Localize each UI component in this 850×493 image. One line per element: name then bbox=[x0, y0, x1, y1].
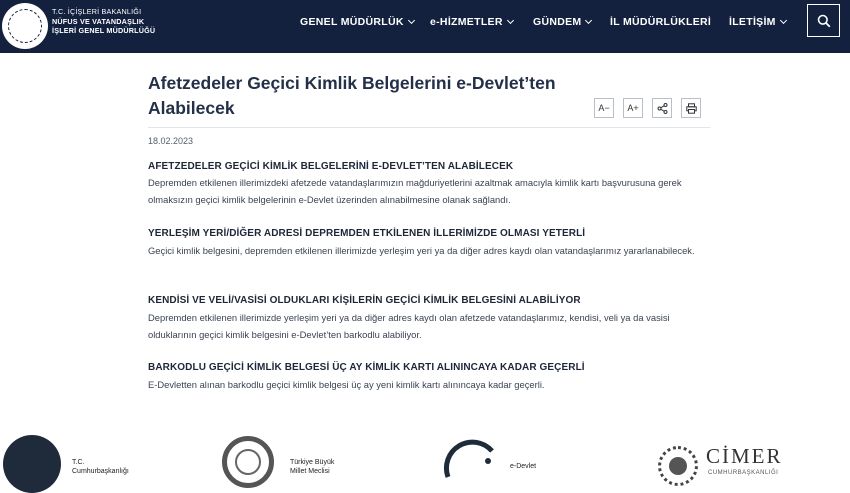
brand-line-1: T.C. İÇİŞLERİ BAKANLIĞI bbox=[52, 7, 142, 16]
nav-label: GENEL MÜDÜRLÜK bbox=[300, 15, 404, 28]
footer-logo-cumhurbaskanligi[interactable]: T.C. Cumhurbaşkanlığı bbox=[0, 433, 150, 493]
font-increase-label: A+ bbox=[627, 103, 639, 113]
nav-label: GÜNDEM bbox=[533, 15, 582, 28]
footer-logo-2-line1: Türkiye Büyük bbox=[290, 459, 335, 466]
ministry-logo[interactable] bbox=[2, 3, 48, 49]
section-body-3: Depremden etkilenen illerimizde yerleşim… bbox=[148, 312, 670, 340]
footer-logo-tbmm[interactable]: Türkiye Büyük Millet Meclisi bbox=[220, 433, 370, 488]
section-heading-1: AFETZEDELER GEÇİCİ KİMLİK BELGELERİNİ E-… bbox=[148, 161, 514, 172]
font-increase-button[interactable]: A+ bbox=[623, 98, 643, 118]
emblem-icon bbox=[8, 9, 42, 43]
chevron-down-icon bbox=[407, 16, 415, 24]
chevron-down-icon bbox=[585, 16, 593, 24]
section-heading-2: YERLEŞİM YERİ/DİĞER ADRESİ DEPREMDEN ETK… bbox=[148, 228, 586, 239]
share-button[interactable] bbox=[652, 98, 672, 118]
nav-e-hizmetler[interactable]: e-HİZMETLER bbox=[430, 0, 514, 43]
footer-logo-4-line1: CİMER bbox=[706, 444, 783, 468]
section-heading-3: KENDİSİ VE VELİ/VASİSİ OLDUKLARI KİŞİLER… bbox=[148, 295, 581, 306]
brand-line-2: NÜFUS VE VATANDAŞLIK bbox=[52, 16, 145, 26]
title-divider bbox=[148, 127, 710, 128]
nav-label: İL MÜDÜRLÜKLERİ bbox=[610, 15, 712, 28]
tbmm-inner-icon bbox=[235, 449, 261, 475]
footer-logo-1-line2: Cumhurbaşkanlığı bbox=[72, 468, 129, 475]
footer-logo-1-line1: T.C. bbox=[72, 459, 85, 466]
section-body-2: Geçici kimlik belgesini, depremden etkil… bbox=[148, 245, 695, 256]
footer-logo-cimer[interactable]: CİMER CUMHURBAŞKANLIĞI bbox=[656, 433, 850, 486]
top-navigation-bar: T.C. İÇİŞLERİ BAKANLIĞI NÜFUS VE VATANDA… bbox=[0, 0, 850, 53]
publish-date: 18.02.2023 bbox=[148, 136, 194, 146]
presidency-emblem-icon bbox=[3, 435, 61, 493]
print-button[interactable] bbox=[681, 98, 701, 118]
section-body-1: Depremden etkilenen illerimizdeki afetze… bbox=[148, 177, 682, 205]
page-title: Afetzedeler Geçici Kimlik Belgelerini e-… bbox=[148, 73, 556, 118]
brand-text[interactable]: T.C. İÇİŞLERİ BAKANLIĞI NÜFUS VE VATANDA… bbox=[52, 7, 155, 36]
footer-logo-edevlet[interactable]: e-Devlet bbox=[440, 433, 590, 478]
footer-logo-3-line1: e-Devlet bbox=[510, 463, 537, 470]
search-icon bbox=[817, 14, 830, 27]
nav-genel-mudurluk[interactable]: GENEL MÜDÜRLÜK bbox=[300, 0, 415, 43]
cimer-inner-icon bbox=[669, 457, 687, 475]
article-tools: A− A+ bbox=[594, 98, 710, 118]
nav-gundem[interactable]: GÜNDEM bbox=[533, 0, 593, 43]
section-body-4: E-Devletten alınan barkodlu geçici kimli… bbox=[148, 379, 545, 390]
brand-line-3: İŞLERİ GENEL MÜDÜRLÜĞÜ bbox=[52, 26, 156, 35]
font-decrease-button[interactable]: A− bbox=[594, 98, 614, 118]
search-button[interactable] bbox=[807, 4, 840, 37]
chevron-down-icon bbox=[779, 16, 787, 24]
footer-logo-4-line2: CUMHURBAŞKANLIĞI bbox=[708, 470, 779, 476]
section-heading-4: BARKODLU GEÇİCİ KİMLİK BELGESİ ÜÇ AY KİM… bbox=[148, 362, 585, 373]
nav-label: e-HİZMETLER bbox=[430, 15, 503, 28]
chevron-down-icon bbox=[506, 16, 514, 24]
share-icon bbox=[657, 102, 667, 114]
nav-iletisim[interactable]: İLETİŞİM bbox=[729, 0, 787, 43]
footer-logo-2-line2: Millet Meclisi bbox=[290, 468, 330, 475]
nav-il-mudurlukleri[interactable]: İL MÜDÜRLÜKLERİ bbox=[610, 0, 711, 43]
font-decrease-label: A− bbox=[598, 103, 610, 113]
edevlet-emblem-icon bbox=[443, 439, 494, 478]
nav-label: İLETİŞİM bbox=[729, 15, 776, 28]
print-icon bbox=[685, 102, 697, 114]
